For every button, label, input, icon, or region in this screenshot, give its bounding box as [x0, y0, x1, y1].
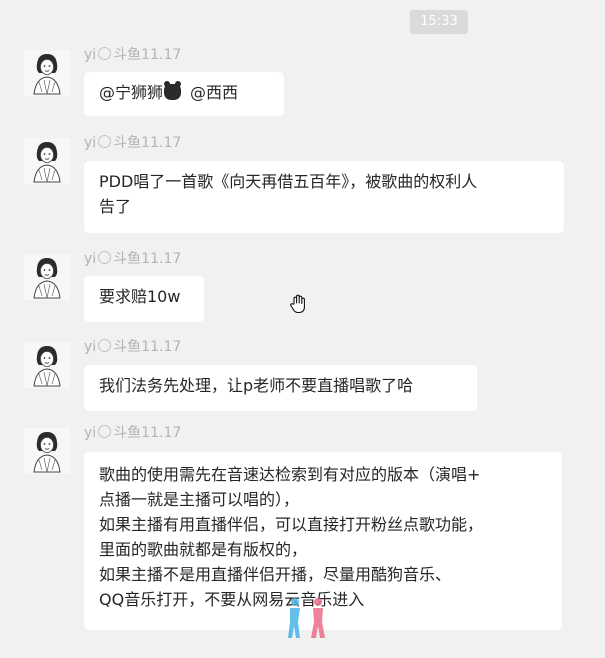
sender-name: yi 斗鱼11.17: [84, 339, 182, 355]
face-icon: [98, 47, 112, 60]
message-bubble[interactable]: 我们法务先处理，让p老师不要直播唱歌了哈: [84, 365, 477, 411]
message-line: 里面的歌曲就都是有版权的，: [99, 540, 308, 559]
avatar[interactable]: [24, 342, 70, 388]
avatar[interactable]: [24, 50, 70, 96]
sender-name: yi 斗鱼11.17: [84, 47, 182, 63]
message-line: @宁狮狮 @西西: [99, 81, 239, 102]
message-line: PDD唱了一首歌《向天再借五百年》，被歌曲的权利人: [99, 172, 478, 191]
portrait-avatar-icon: [24, 254, 70, 300]
message-bubble[interactable]: @宁狮狮 @西西: [84, 72, 284, 116]
portrait-avatar-icon: [24, 342, 70, 388]
sender-name: yi 斗鱼11.17: [84, 251, 182, 267]
portrait-avatar-icon: [24, 50, 70, 96]
portrait-avatar-icon: [24, 138, 70, 184]
avatar[interactable]: [24, 428, 70, 474]
message-line: 歌曲的使用需先在音速达检索到有对应的版本（演唱+: [99, 465, 481, 484]
message-line: 如果主播有用直播伴侣，可以直接打开粉丝点歌功能，: [99, 515, 484, 534]
sender-name: yi 斗鱼11.17: [84, 135, 182, 151]
hand-pointer-icon: [290, 294, 305, 314]
message-line: 点播一就是主播可以唱的），: [99, 490, 300, 509]
watermark-logo-icon: [288, 598, 325, 638]
sender-name: yi 斗鱼11.17: [84, 425, 182, 441]
avatar[interactable]: [24, 254, 70, 300]
message-bubble[interactable]: 要求赔10w: [84, 276, 204, 322]
face-icon: [98, 339, 112, 352]
message-line: 如果主播不是用直播伴侣开播，尽量用酷狗音乐、: [99, 565, 452, 584]
message-bubble[interactable]: PDD唱了一首歌《向天再借五百年》，被歌曲的权利人 告了: [84, 161, 564, 233]
face-icon: [98, 425, 112, 438]
face-icon: [98, 135, 112, 148]
chat-window: 15:33 yi 斗鱼11.17 @宁狮狮 @西西 yi 斗鱼11.17 PDD…: [0, 0, 605, 658]
message-timestamp: 15:33: [410, 10, 468, 34]
watermark: [282, 596, 592, 640]
bear-emoji-icon: [164, 81, 182, 100]
message-line: 要求赔10w: [99, 287, 181, 306]
avatar[interactable]: [24, 138, 70, 184]
face-icon: [98, 251, 112, 264]
portrait-avatar-icon: [24, 428, 70, 474]
message-line: 我们法务先处理，让p老师不要直播唱歌了哈: [99, 376, 414, 395]
message-line: 告了: [99, 197, 132, 216]
